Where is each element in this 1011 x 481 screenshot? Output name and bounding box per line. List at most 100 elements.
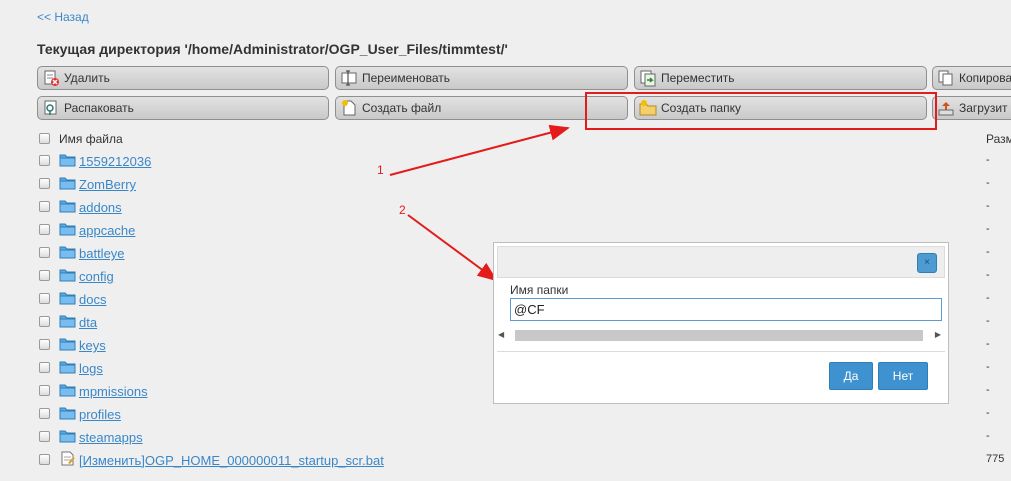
upload-button-label: Загрузит (959, 101, 1008, 115)
file-size: - (986, 338, 990, 350)
file-row: appcache - (39, 221, 1011, 244)
select-all-checkbox[interactable] (39, 133, 50, 144)
file-size: - (986, 200, 990, 212)
column-header-name: Имя файла (59, 132, 123, 146)
folder-icon (59, 152, 76, 167)
folder-icon (59, 405, 76, 420)
folder-icon (59, 244, 76, 259)
upload-icon (937, 99, 955, 117)
file-row: profiles - (39, 405, 1011, 428)
file-name-link[interactable]: dta (79, 315, 97, 330)
current-directory: Текущая директория '/home/Administrator/… (37, 41, 508, 57)
folder-icon (59, 359, 76, 374)
new-file-icon (340, 99, 358, 117)
file-row: steamapps - (39, 428, 1011, 451)
file-name-link[interactable]: battleye (79, 246, 125, 261)
file-row: 1559212036 - (39, 152, 1011, 175)
folder-icon (59, 382, 76, 397)
file-name-link[interactable]: steamapps (79, 430, 143, 445)
file-size: - (986, 361, 990, 373)
file-size: - (986, 154, 990, 166)
row-checkbox[interactable] (39, 362, 50, 373)
folder-icon (59, 290, 76, 305)
dialog-titlebar: × (497, 246, 945, 278)
file-name-link[interactable]: addons (79, 200, 122, 215)
copy-button-label: Копирова (959, 71, 1011, 85)
file-name-link[interactable]: config (79, 269, 114, 284)
scroll-right-icon[interactable]: ▶ (935, 330, 941, 339)
scroll-left-icon[interactable]: ◀ (498, 330, 504, 339)
file-size: 775 (986, 453, 1005, 465)
folder-name-input[interactable] (510, 298, 942, 321)
yes-button[interactable]: Да (829, 362, 873, 390)
row-checkbox[interactable] (39, 316, 50, 327)
annotation-label-1: 1 (377, 163, 384, 177)
file-name-link[interactable]: ZomBerry (79, 177, 136, 192)
row-checkbox[interactable] (39, 385, 50, 396)
folder-name-label: Имя папки (510, 283, 569, 297)
no-button[interactable]: Нет (878, 362, 928, 390)
row-checkbox[interactable] (39, 178, 50, 189)
row-checkbox[interactable] (39, 454, 50, 465)
dialog-divider (497, 351, 945, 352)
column-header-size: Разм (986, 132, 1011, 146)
row-checkbox[interactable] (39, 408, 50, 419)
file-row: [Изменить]OGP_HOME_000000011_startup_scr… (39, 451, 1011, 474)
back-link[interactable]: << Назад (37, 10, 89, 24)
delete-icon (42, 69, 60, 87)
file-size: - (986, 177, 990, 189)
row-checkbox[interactable] (39, 224, 50, 235)
rename-icon (340, 69, 358, 87)
file-edit-icon (59, 451, 76, 466)
file-name-link[interactable]: [Изменить]OGP_HOME_000000011_startup_scr… (79, 453, 384, 468)
move-button[interactable]: Переместить (634, 66, 927, 90)
folder-icon (59, 313, 76, 328)
file-row: addons - (39, 198, 1011, 221)
extract-button-label: Распаковать (64, 101, 134, 115)
folder-icon (59, 198, 76, 213)
upload-button[interactable]: Загрузит (932, 96, 1011, 120)
row-checkbox[interactable] (39, 293, 50, 304)
file-size: - (986, 407, 990, 419)
folder-icon (59, 175, 76, 190)
row-checkbox[interactable] (39, 270, 50, 281)
close-icon[interactable]: × (917, 253, 937, 273)
copy-icon (937, 69, 955, 87)
folder-icon (59, 267, 76, 282)
rename-button[interactable]: Переименовать (335, 66, 628, 90)
file-size: - (986, 292, 990, 304)
create-folder-dialog: × Имя папки ◀ ▶ Да Нет (493, 242, 949, 404)
file-name-link[interactable]: mpmissions (79, 384, 148, 399)
scrollbar-thumb[interactable] (515, 330, 923, 341)
file-name-link[interactable]: logs (79, 361, 103, 376)
file-size: - (986, 384, 990, 396)
file-size: - (986, 430, 990, 442)
delete-button-label: Удалить (64, 71, 110, 85)
file-size: - (986, 246, 990, 258)
move-button-label: Переместить (661, 71, 735, 85)
extract-icon (42, 99, 60, 117)
folder-icon (59, 221, 76, 236)
row-checkbox[interactable] (39, 155, 50, 166)
copy-button[interactable]: Копирова (932, 66, 1011, 90)
file-size: - (986, 315, 990, 327)
file-name-link[interactable]: keys (79, 338, 106, 353)
move-icon (639, 69, 657, 87)
dialog-horizontal-scrollbar[interactable]: ◀ ▶ (498, 328, 945, 343)
row-checkbox[interactable] (39, 431, 50, 442)
file-name-link[interactable]: docs (79, 292, 106, 307)
file-name-link[interactable]: 1559212036 (79, 154, 151, 169)
file-size: - (986, 223, 990, 235)
create-file-button-label: Создать файл (362, 101, 442, 115)
file-name-link[interactable]: profiles (79, 407, 121, 422)
delete-button[interactable]: Удалить (37, 66, 329, 90)
annotation-label-2: 2 (399, 203, 406, 217)
annotation-highlight-box (585, 92, 937, 130)
row-checkbox[interactable] (39, 201, 50, 212)
file-name-link[interactable]: appcache (79, 223, 135, 238)
folder-icon (59, 336, 76, 351)
row-checkbox[interactable] (39, 339, 50, 350)
row-checkbox[interactable] (39, 247, 50, 258)
extract-button[interactable]: Распаковать (37, 96, 329, 120)
rename-button-label: Переименовать (362, 71, 450, 85)
